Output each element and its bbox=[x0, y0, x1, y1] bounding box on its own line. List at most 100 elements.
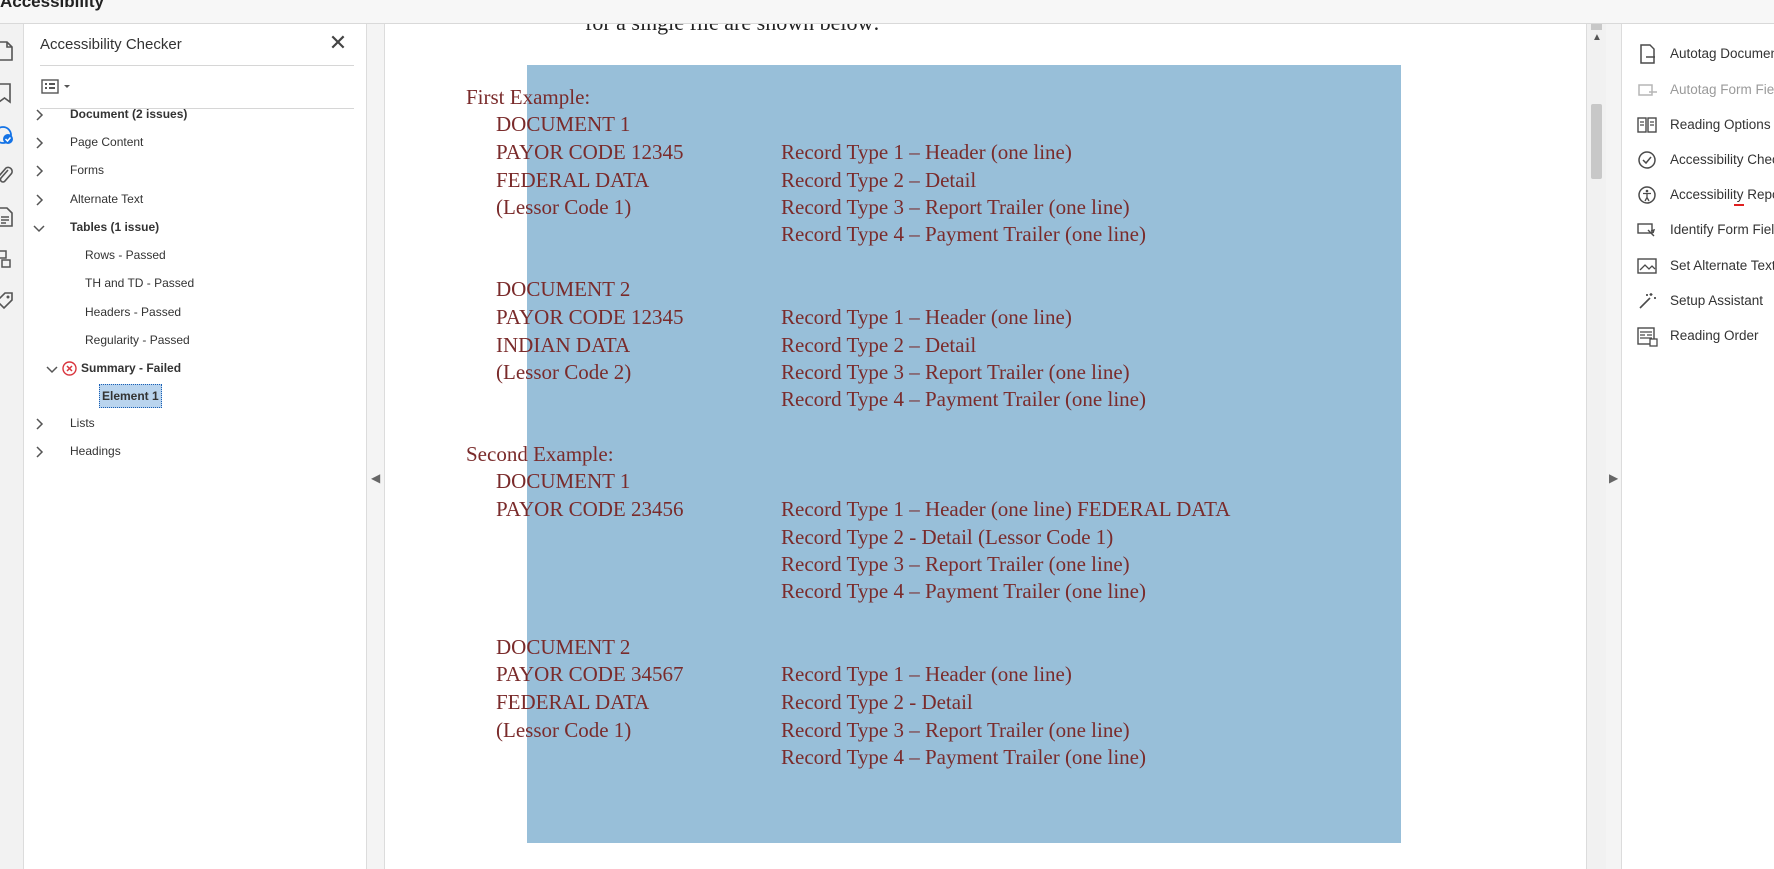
tool-reading-order[interactable]: Reading Order bbox=[1636, 322, 1774, 350]
accessibility-report-icon bbox=[1636, 184, 1658, 206]
tool-autotag-document[interactable]: Autotag Document bbox=[1636, 40, 1774, 68]
document-text-right: Record Type 1 – Header (one line) bbox=[781, 305, 1072, 329]
document-text-left: FEDERAL DATA bbox=[496, 690, 650, 714]
document-text-right: Record Type 3 – Report Trailer (one line… bbox=[781, 195, 1130, 219]
tree-item[interactable]: Lists bbox=[24, 412, 354, 434]
chevron-right-icon[interactable] bbox=[32, 192, 46, 206]
left-panel-splitter[interactable]: ◀ bbox=[367, 24, 385, 869]
chevron-right-icon[interactable] bbox=[32, 416, 46, 430]
tool-identify-form-fields[interactable]: Identify Form Fields bbox=[1636, 216, 1774, 244]
document-text-left: PAYOR CODE 23456 bbox=[496, 497, 684, 521]
tool-label: Identify Form Fields bbox=[1670, 222, 1774, 237]
tool-reading-options[interactable]: Reading Options bbox=[1636, 111, 1774, 139]
tool-label: Setup Assistant bbox=[1670, 293, 1764, 308]
document-text-left: (Lessor Code 2) bbox=[496, 360, 632, 384]
tree-item[interactable]: Headings bbox=[24, 440, 354, 462]
scroll-up-icon[interactable]: ▲ bbox=[1592, 32, 1602, 43]
document-text-right: Record Type 1 – Header (one line) bbox=[781, 140, 1072, 164]
chevron-right-icon[interactable] bbox=[32, 135, 46, 149]
identify-form-fields-icon bbox=[1636, 219, 1658, 241]
document-text-right: Record Type 3 – Report Trailer (one line… bbox=[781, 552, 1130, 576]
set-alternate-text-icon bbox=[1636, 255, 1658, 277]
chevron-down-icon[interactable] bbox=[45, 361, 59, 375]
tree-item-label: Rows - Passed bbox=[85, 248, 166, 262]
page-thumbnails-icon[interactable] bbox=[0, 40, 14, 62]
document-text-left: DOCUMENT 2 bbox=[496, 635, 631, 659]
tree-item[interactable]: Document (2 issues) bbox=[24, 103, 354, 125]
tree-item-label: Lists bbox=[70, 416, 95, 430]
panel-title: Accessibility Checker bbox=[40, 36, 182, 53]
document-text-right: Record Type 2 – Detail bbox=[781, 333, 977, 357]
tree-item[interactable]: Element 1 bbox=[24, 384, 354, 408]
tree-item[interactable]: Summary - Failed bbox=[24, 357, 354, 379]
tree-item-label: Element 1 bbox=[99, 384, 162, 408]
tree-item-label: Forms bbox=[70, 163, 104, 177]
tree-item[interactable]: Tables (1 issue) bbox=[24, 216, 354, 238]
document-view[interactable]: for a single file are shown below: First… bbox=[385, 24, 1586, 869]
tool-label: Reading Order bbox=[1670, 328, 1759, 343]
tool-label: Reading Options bbox=[1670, 117, 1771, 132]
document-text-left: DOCUMENT 1 bbox=[496, 112, 631, 136]
tree-item-label: Regularity - Passed bbox=[85, 333, 190, 347]
tool-label: Accessibility Check bbox=[1670, 152, 1774, 167]
document-partial-line: for a single file are shown below: bbox=[585, 24, 879, 36]
tool-accessibility-report[interactable]: Accessibility Report bbox=[1636, 181, 1774, 209]
failed-status-icon bbox=[62, 361, 77, 376]
document-text-left: FEDERAL DATA bbox=[496, 168, 650, 192]
document-text-left: PAYOR CODE 12345 bbox=[496, 140, 684, 164]
order-icon[interactable] bbox=[0, 248, 14, 270]
tree-item[interactable]: Rows - Passed bbox=[24, 244, 354, 266]
tree-item-label: TH and TD - Passed bbox=[85, 276, 195, 290]
chevron-right-icon[interactable] bbox=[32, 107, 46, 121]
tool-setup-assistant[interactable]: Setup Assistant bbox=[1636, 287, 1774, 315]
document-text-right: Record Type 4 – Payment Trailer (one lin… bbox=[781, 387, 1146, 411]
tree-item[interactable]: Alternate Text bbox=[24, 188, 354, 210]
document-scrollbar[interactable]: ▲ bbox=[1586, 24, 1606, 869]
app-title-bar: Accessibility bbox=[0, 0, 1774, 24]
chevron-down-icon[interactable] bbox=[32, 220, 46, 234]
tree-item[interactable]: Regularity - Passed bbox=[24, 329, 354, 351]
autotag-form-icon bbox=[1636, 79, 1658, 101]
tree-item-label: Alternate Text bbox=[70, 192, 144, 206]
attachments-icon[interactable] bbox=[0, 164, 14, 186]
autotag-document-icon bbox=[1636, 43, 1658, 65]
tags-icon[interactable] bbox=[0, 290, 14, 312]
tree-item-label: Page Content bbox=[70, 135, 144, 149]
tree-item[interactable]: Forms bbox=[24, 159, 354, 181]
collapse-left-icon[interactable]: ◀ bbox=[371, 471, 380, 485]
tree-item-label: Tables (1 issue) bbox=[70, 220, 160, 234]
document-text-right: Record Type 2 - Detail bbox=[781, 690, 973, 714]
expand-right-icon[interactable]: ▶ bbox=[1609, 471, 1618, 485]
content-icon[interactable] bbox=[0, 206, 14, 228]
document-text-left: First Example: bbox=[466, 85, 591, 109]
tree-item[interactable]: Page Content bbox=[24, 131, 354, 153]
right-panel-splitter[interactable]: ▶ bbox=[1606, 24, 1622, 869]
document-text-right: Record Type 1 – Header (one line) FEDERA… bbox=[781, 497, 1231, 521]
document-text-right: Record Type 3 – Report Trailer (one line… bbox=[781, 360, 1130, 384]
scrollbar-top-notch bbox=[1591, 24, 1602, 30]
document-text-left: DOCUMENT 2 bbox=[496, 277, 631, 301]
accessibility-checker-active-icon[interactable] bbox=[0, 124, 14, 146]
reading-options-icon bbox=[1636, 114, 1658, 136]
options-list-icon bbox=[41, 79, 70, 94]
panel-divider bbox=[40, 65, 354, 66]
tree-item-label: Summary - Failed bbox=[81, 361, 182, 375]
bookmarks-icon[interactable] bbox=[0, 82, 14, 104]
tool-accessibility-check[interactable]: Accessibility Check bbox=[1636, 146, 1774, 174]
chevron-right-icon[interactable] bbox=[32, 444, 46, 458]
tree-item[interactable]: Headers - Passed bbox=[24, 301, 354, 323]
close-panel-button[interactable]: ✕ bbox=[326, 32, 350, 56]
tool-set-alternate-text[interactable]: Set Alternate Text bbox=[1636, 252, 1774, 280]
left-navigation-strip bbox=[0, 24, 24, 869]
document-text-right: Record Type 3 – Report Trailer (one line… bbox=[781, 718, 1130, 742]
tool-autotag-form[interactable]: Autotag Form Fields bbox=[1636, 76, 1774, 104]
tool-label: Autotag Form Fields bbox=[1670, 82, 1774, 97]
options-menu-button[interactable] bbox=[40, 76, 80, 98]
document-text-left: (Lessor Code 1) bbox=[496, 718, 632, 742]
document-text-right: Record Type 4 – Payment Trailer (one lin… bbox=[781, 745, 1146, 769]
document-text-left: DOCUMENT 1 bbox=[496, 469, 631, 493]
scrollbar-thumb[interactable] bbox=[1591, 104, 1602, 179]
document-text-left: (Lessor Code 1) bbox=[496, 195, 632, 219]
tree-item[interactable]: TH and TD - Passed bbox=[24, 272, 354, 294]
chevron-right-icon[interactable] bbox=[32, 163, 46, 177]
